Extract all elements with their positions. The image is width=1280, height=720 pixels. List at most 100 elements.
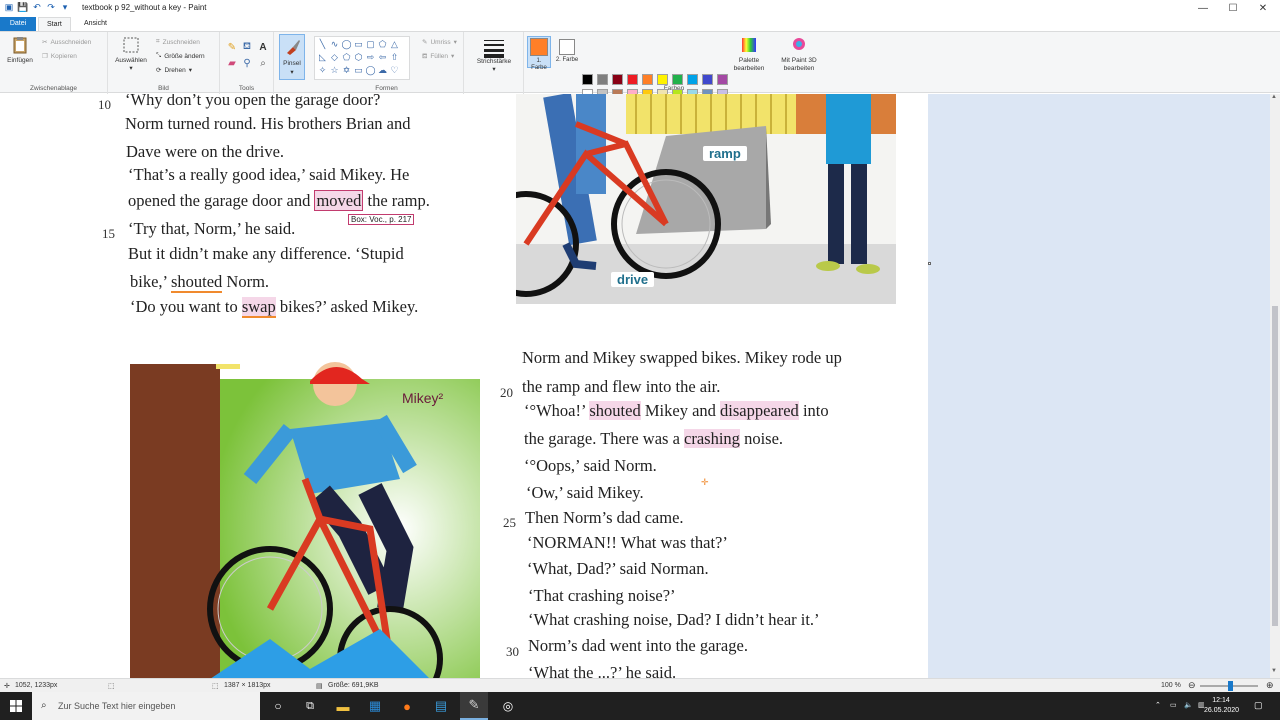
tools-group-label: Tools xyxy=(238,85,255,92)
save-icon[interactable]: 💾 xyxy=(17,2,28,12)
task-view-icon[interactable]: ⧉ xyxy=(296,692,324,720)
customize-chevron-icon[interactable]: ▾ xyxy=(60,2,70,12)
highlight-shouted: shouted xyxy=(589,401,641,420)
palette-swatch[interactable] xyxy=(702,74,713,85)
firefox-icon[interactable]: ● xyxy=(394,692,420,720)
maximize-button[interactable]: ☐ xyxy=(1218,0,1248,16)
pencil-icon[interactable]: ✎ xyxy=(225,40,239,54)
edit-colors-button[interactable]: Palette bearbeiten xyxy=(728,36,770,73)
zoom-out-icon[interactable]: ⊖ xyxy=(1188,680,1196,691)
cut-button[interactable]: ✂ Ausschneiden xyxy=(42,36,91,48)
palette-swatch[interactable] xyxy=(672,74,683,85)
palette-swatch[interactable] xyxy=(597,74,608,85)
minimize-button[interactable]: — xyxy=(1188,0,1218,16)
vertical-scrollbar[interactable]: ▲ ▼ xyxy=(1270,94,1280,678)
file-size: Größe: 691,9KB xyxy=(328,682,379,689)
palette-swatch[interactable] xyxy=(627,74,638,85)
canvas-resize-handle[interactable] xyxy=(928,262,931,265)
color2-button[interactable]: 2. Farbe xyxy=(555,36,579,68)
tab-start[interactable]: Start xyxy=(38,17,71,31)
zoom-slider-thumb[interactable] xyxy=(1228,681,1233,691)
resize-button[interactable]: ⤡ Größe ändern xyxy=(156,50,205,62)
shapes-group-label: Formen xyxy=(375,85,398,92)
textbook-page[interactable]: 10 ‘Why don’t you open the garage door? … xyxy=(0,94,928,678)
stroke-width-button[interactable]: Strichstärke ▾ xyxy=(472,38,516,74)
palette-swatch[interactable] xyxy=(642,74,653,85)
paint-taskbar-icon[interactable]: ✎ xyxy=(460,692,488,720)
crop-button[interactable]: ⌗ Zuschneiden xyxy=(156,36,200,48)
crop-icon: ⌗ xyxy=(156,38,160,45)
palette-swatch[interactable] xyxy=(657,74,668,85)
magnifier-icon[interactable]: ⌕ xyxy=(256,56,270,70)
scroll-up-icon[interactable]: ▲ xyxy=(1271,94,1277,100)
arrow-up-shape-icon[interactable]: ⇧ xyxy=(388,51,401,63)
copy-button[interactable]: ❐ Kopieren xyxy=(42,50,77,62)
text-line: ‘°Oops,’ said Norm. xyxy=(524,456,657,475)
color1-swatch xyxy=(530,38,548,56)
paint-app-icon: ▣ xyxy=(4,1,14,12)
fill-button[interactable]: ⛾ Füllen ▾ xyxy=(422,50,454,62)
scrollbar-thumb[interactable] xyxy=(1272,306,1278,626)
palette-swatch[interactable] xyxy=(612,74,623,85)
canvas-area[interactable]: 10 ‘Why don’t you open the garage door? … xyxy=(0,94,1270,678)
window-title: textbook p 92_without a key - Paint xyxy=(82,3,207,12)
quick-access-toolbar: ▣ 💾 ↶ ↷ ▾ xyxy=(4,2,70,12)
text-line: ‘What crashing noise, Dad? I didn’t hear… xyxy=(528,610,820,629)
select-button[interactable]: Auswählen ▾ xyxy=(112,36,150,73)
chevron-down-icon: ▾ xyxy=(290,69,294,76)
palette-swatch[interactable] xyxy=(582,74,593,85)
text-fragment: opened the garage door and xyxy=(128,191,315,210)
zoom-in-icon[interactable]: ⊕ xyxy=(1266,680,1274,691)
text-line: the garage. There was a crashing noise. xyxy=(524,429,783,449)
paste-button[interactable]: Einfügen xyxy=(4,36,36,65)
text-line: ‘Try that, Norm,’ he said. xyxy=(128,219,296,238)
network-icon[interactable]: ▭ xyxy=(1170,701,1177,711)
title-bar: ▣ 💾 ↶ ↷ ▾ textbook p 92_without a key - … xyxy=(0,0,1280,16)
outline-button[interactable]: ✎ Umriss ▾ xyxy=(422,36,457,48)
cortana-icon[interactable]: ○ xyxy=(264,692,292,720)
fill-label: Füllen xyxy=(430,52,449,60)
text-tool-icon[interactable]: A xyxy=(256,40,270,54)
close-button[interactable]: ✕ xyxy=(1248,0,1278,16)
undo-icon[interactable]: ↶ xyxy=(32,2,42,12)
edit-colors-label: Palette bearbeiten xyxy=(733,57,765,72)
image-group: Auswählen ▾ ⌗ Zuschneiden ⤡ Größe ändern ⟳… xyxy=(108,32,220,94)
color-picker-icon[interactable]: ⚲ xyxy=(240,56,254,70)
notepad-icon[interactable]: ▤ xyxy=(428,692,454,720)
tray-chevron-icon[interactable]: ⌃ xyxy=(1155,701,1161,711)
speaker-icon[interactable]: 🔈 xyxy=(1184,701,1193,711)
zoom-level: 100 % xyxy=(1161,682,1181,689)
eraser-icon[interactable]: ▰ xyxy=(225,56,239,70)
tab-view[interactable]: Ansicht xyxy=(76,17,115,31)
heart-shape-icon[interactable]: ♡ xyxy=(388,64,401,76)
system-clock[interactable]: 12:14 26.05.2020 xyxy=(1204,696,1239,716)
windows-start-icon[interactable] xyxy=(0,692,32,720)
taskbar-search-box[interactable]: ⌕ Zur Suche Text hier eingeben xyxy=(32,692,260,720)
calculator-icon[interactable]: ▦ xyxy=(362,692,388,720)
file-explorer-icon[interactable]: ▬ xyxy=(330,692,356,720)
chevron-down-icon: ▾ xyxy=(188,67,193,74)
fill-bucket-icon[interactable]: ⛾ xyxy=(240,40,254,54)
brush-label: Pinsel xyxy=(283,60,301,67)
paste-label: Einfügen xyxy=(7,57,33,64)
triangle-shape-icon[interactable]: △ xyxy=(388,38,401,50)
palette-swatch[interactable] xyxy=(687,74,698,85)
notification-icon[interactable]: ▢ xyxy=(1254,700,1263,710)
obs-icon[interactable]: ◎ xyxy=(494,692,522,720)
text-line: the ramp and flew into the air. xyxy=(522,377,721,396)
text-line: opened the garage door and moved the ram… xyxy=(128,190,430,211)
paint3d-button[interactable]: Mit Paint 3D bearbeiten xyxy=(776,36,822,73)
redo-icon[interactable]: ↷ xyxy=(46,2,56,12)
tab-file[interactable]: Datei xyxy=(0,17,36,31)
color1-button[interactable]: 1. Farbe xyxy=(527,36,551,71)
rotate-button[interactable]: ⟳ Drehen ▾ xyxy=(156,64,192,76)
scroll-down-icon[interactable]: ▼ xyxy=(1271,668,1277,674)
palette-swatch[interactable] xyxy=(717,74,728,85)
paint3d-icon xyxy=(793,38,805,50)
fill-icon: ⛾ xyxy=(422,52,428,60)
resize-icon: ⤡ xyxy=(156,52,162,59)
shapes-gallery[interactable]: ╲ ∿ ◯ ▭ ▢ ⬠ △ ◺ ◇ ⬠ ⬡ ⇨ ⇦ ⇧ ✧ ☆ ✡ ▭ ◯ ☁ … xyxy=(314,36,410,80)
select-rect-icon xyxy=(123,37,139,53)
ramp-label: ramp xyxy=(703,146,747,161)
brush-button[interactable]: Pinsel ▾ xyxy=(279,34,305,80)
